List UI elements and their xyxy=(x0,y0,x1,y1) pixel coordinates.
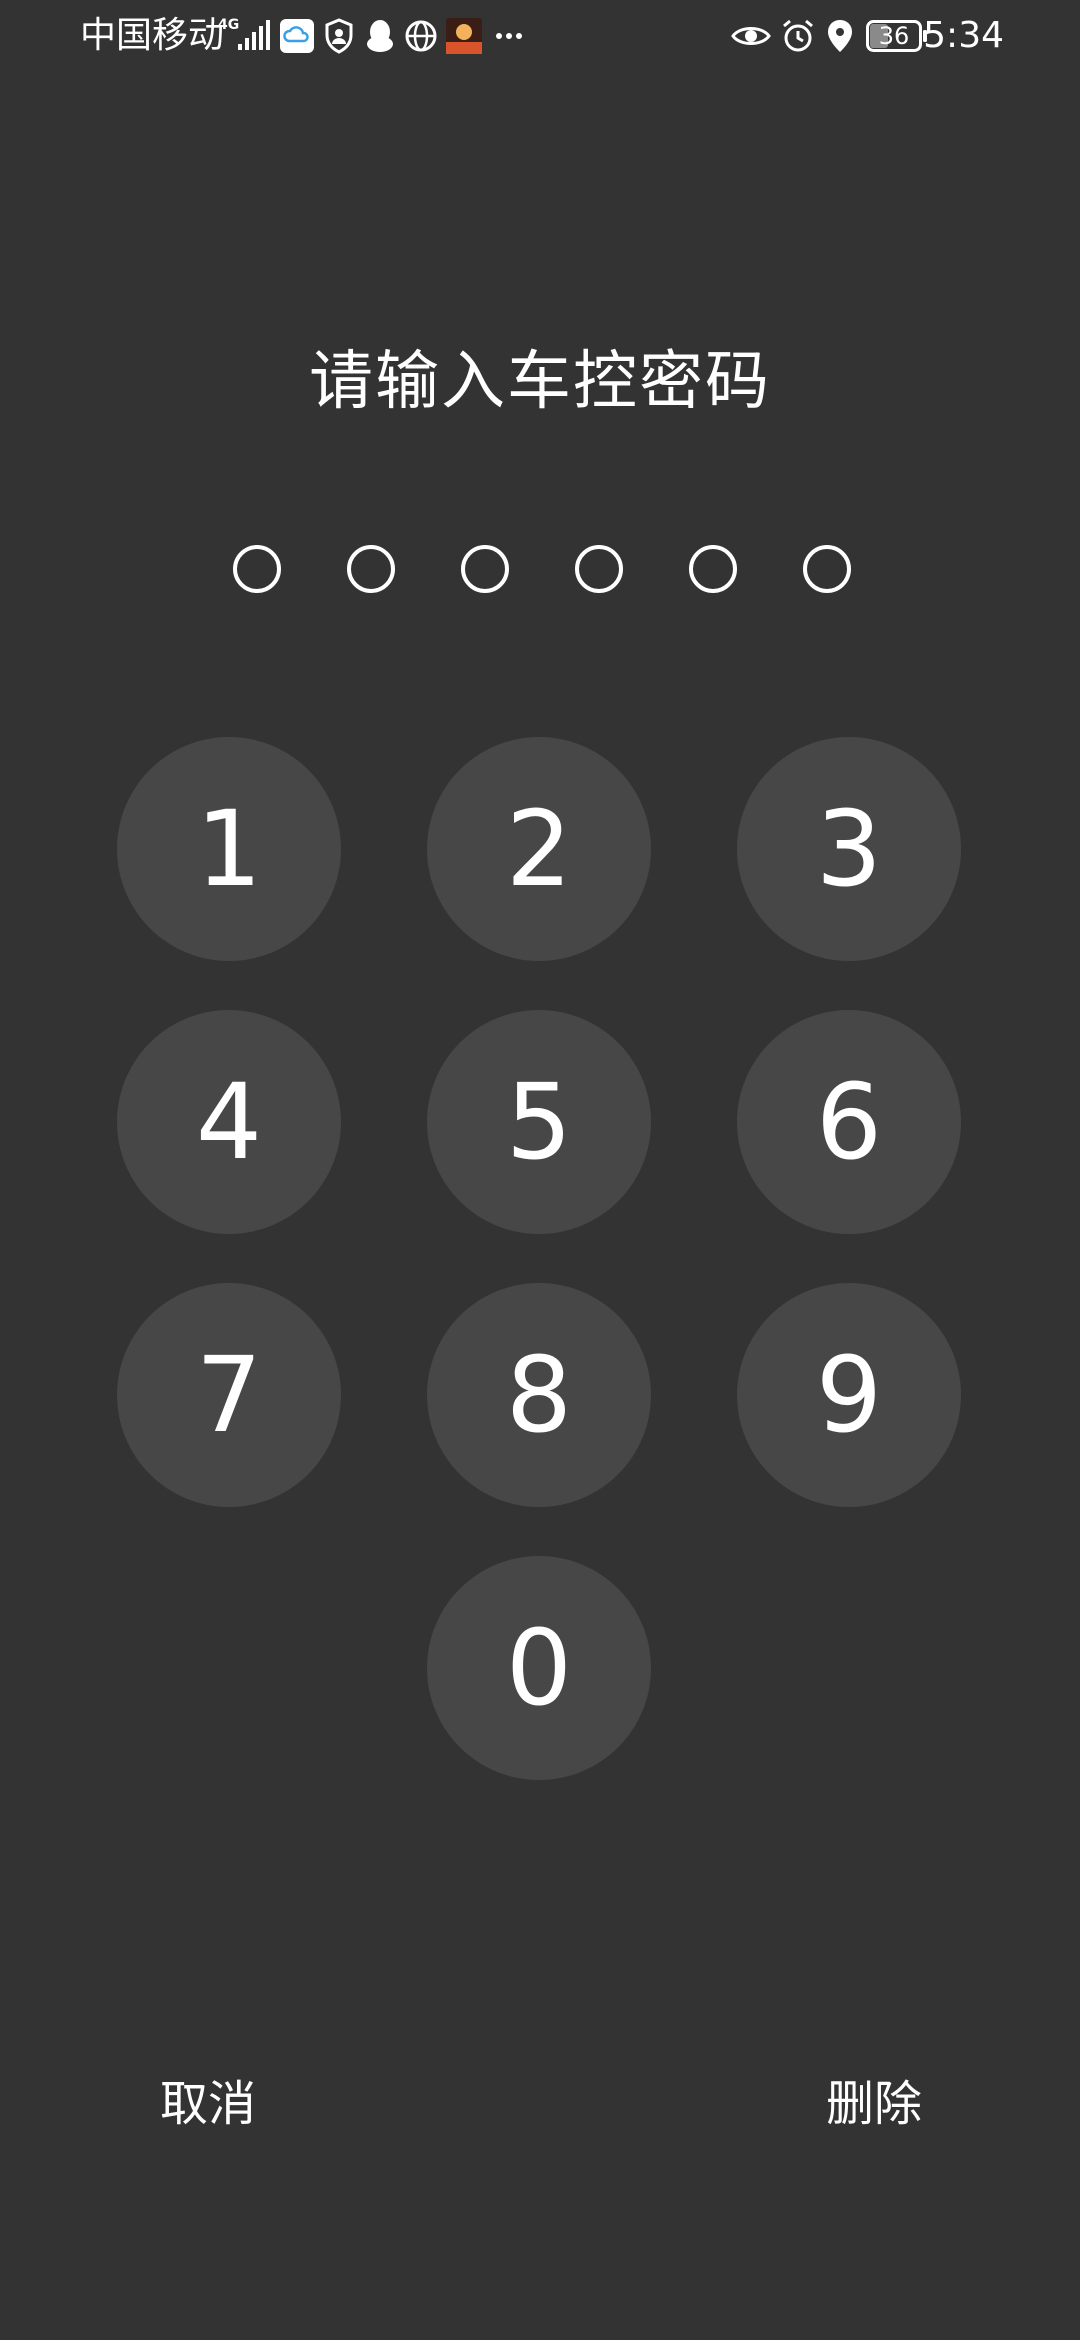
delete-button[interactable]: 删除 xyxy=(826,2072,922,2136)
location-icon xyxy=(828,20,852,52)
carrier-name: 中国移动 xyxy=(80,15,225,56)
key-8-button[interactable]: 8 xyxy=(427,1283,651,1507)
cloud-icon xyxy=(280,19,314,53)
eye-icon xyxy=(731,27,771,45)
more-dots-icon xyxy=(496,33,522,39)
key-5-button[interactable]: 5 xyxy=(427,1010,651,1234)
battery-level: 36 xyxy=(878,22,910,50)
pin-dot xyxy=(575,545,623,593)
battery-indicator: 36 xyxy=(866,20,928,52)
clock: 5:34 xyxy=(923,15,1004,56)
status-bar: 中国移动 4G 36 5:34 xyxy=(0,0,1080,72)
qq-penguin-icon xyxy=(367,20,393,52)
key-0-button[interactable]: 0 xyxy=(427,1556,651,1780)
key-3-button[interactable]: 3 xyxy=(737,737,961,961)
shield-user-icon xyxy=(325,18,353,54)
pin-indicator xyxy=(0,545,1080,593)
key-9-button[interactable]: 9 xyxy=(737,1283,961,1507)
key-1-button[interactable]: 1 xyxy=(117,737,341,961)
pin-dot xyxy=(347,545,395,593)
key-2-button[interactable]: 2 xyxy=(427,737,651,961)
page-title: 请输入车控密码 xyxy=(309,345,771,419)
signal-strength-icon xyxy=(238,20,270,50)
globe-icon xyxy=(405,20,437,52)
alarm-icon xyxy=(783,19,813,52)
pin-dot xyxy=(803,545,851,593)
key-7-button[interactable]: 7 xyxy=(117,1283,341,1507)
pin-dot xyxy=(689,545,737,593)
key-4-button[interactable]: 4 xyxy=(117,1010,341,1234)
cancel-button[interactable]: 取消 xyxy=(160,2072,256,2136)
key-6-button[interactable]: 6 xyxy=(737,1010,961,1234)
app-thumbnail-icon xyxy=(446,18,482,54)
pin-dot xyxy=(233,545,281,593)
car-control-password-screen: 中国移动 4G 36 5:34 请输入车控密码 1 2 3 4 5 6 7 8 … xyxy=(0,0,1080,2340)
pin-dot xyxy=(461,545,509,593)
